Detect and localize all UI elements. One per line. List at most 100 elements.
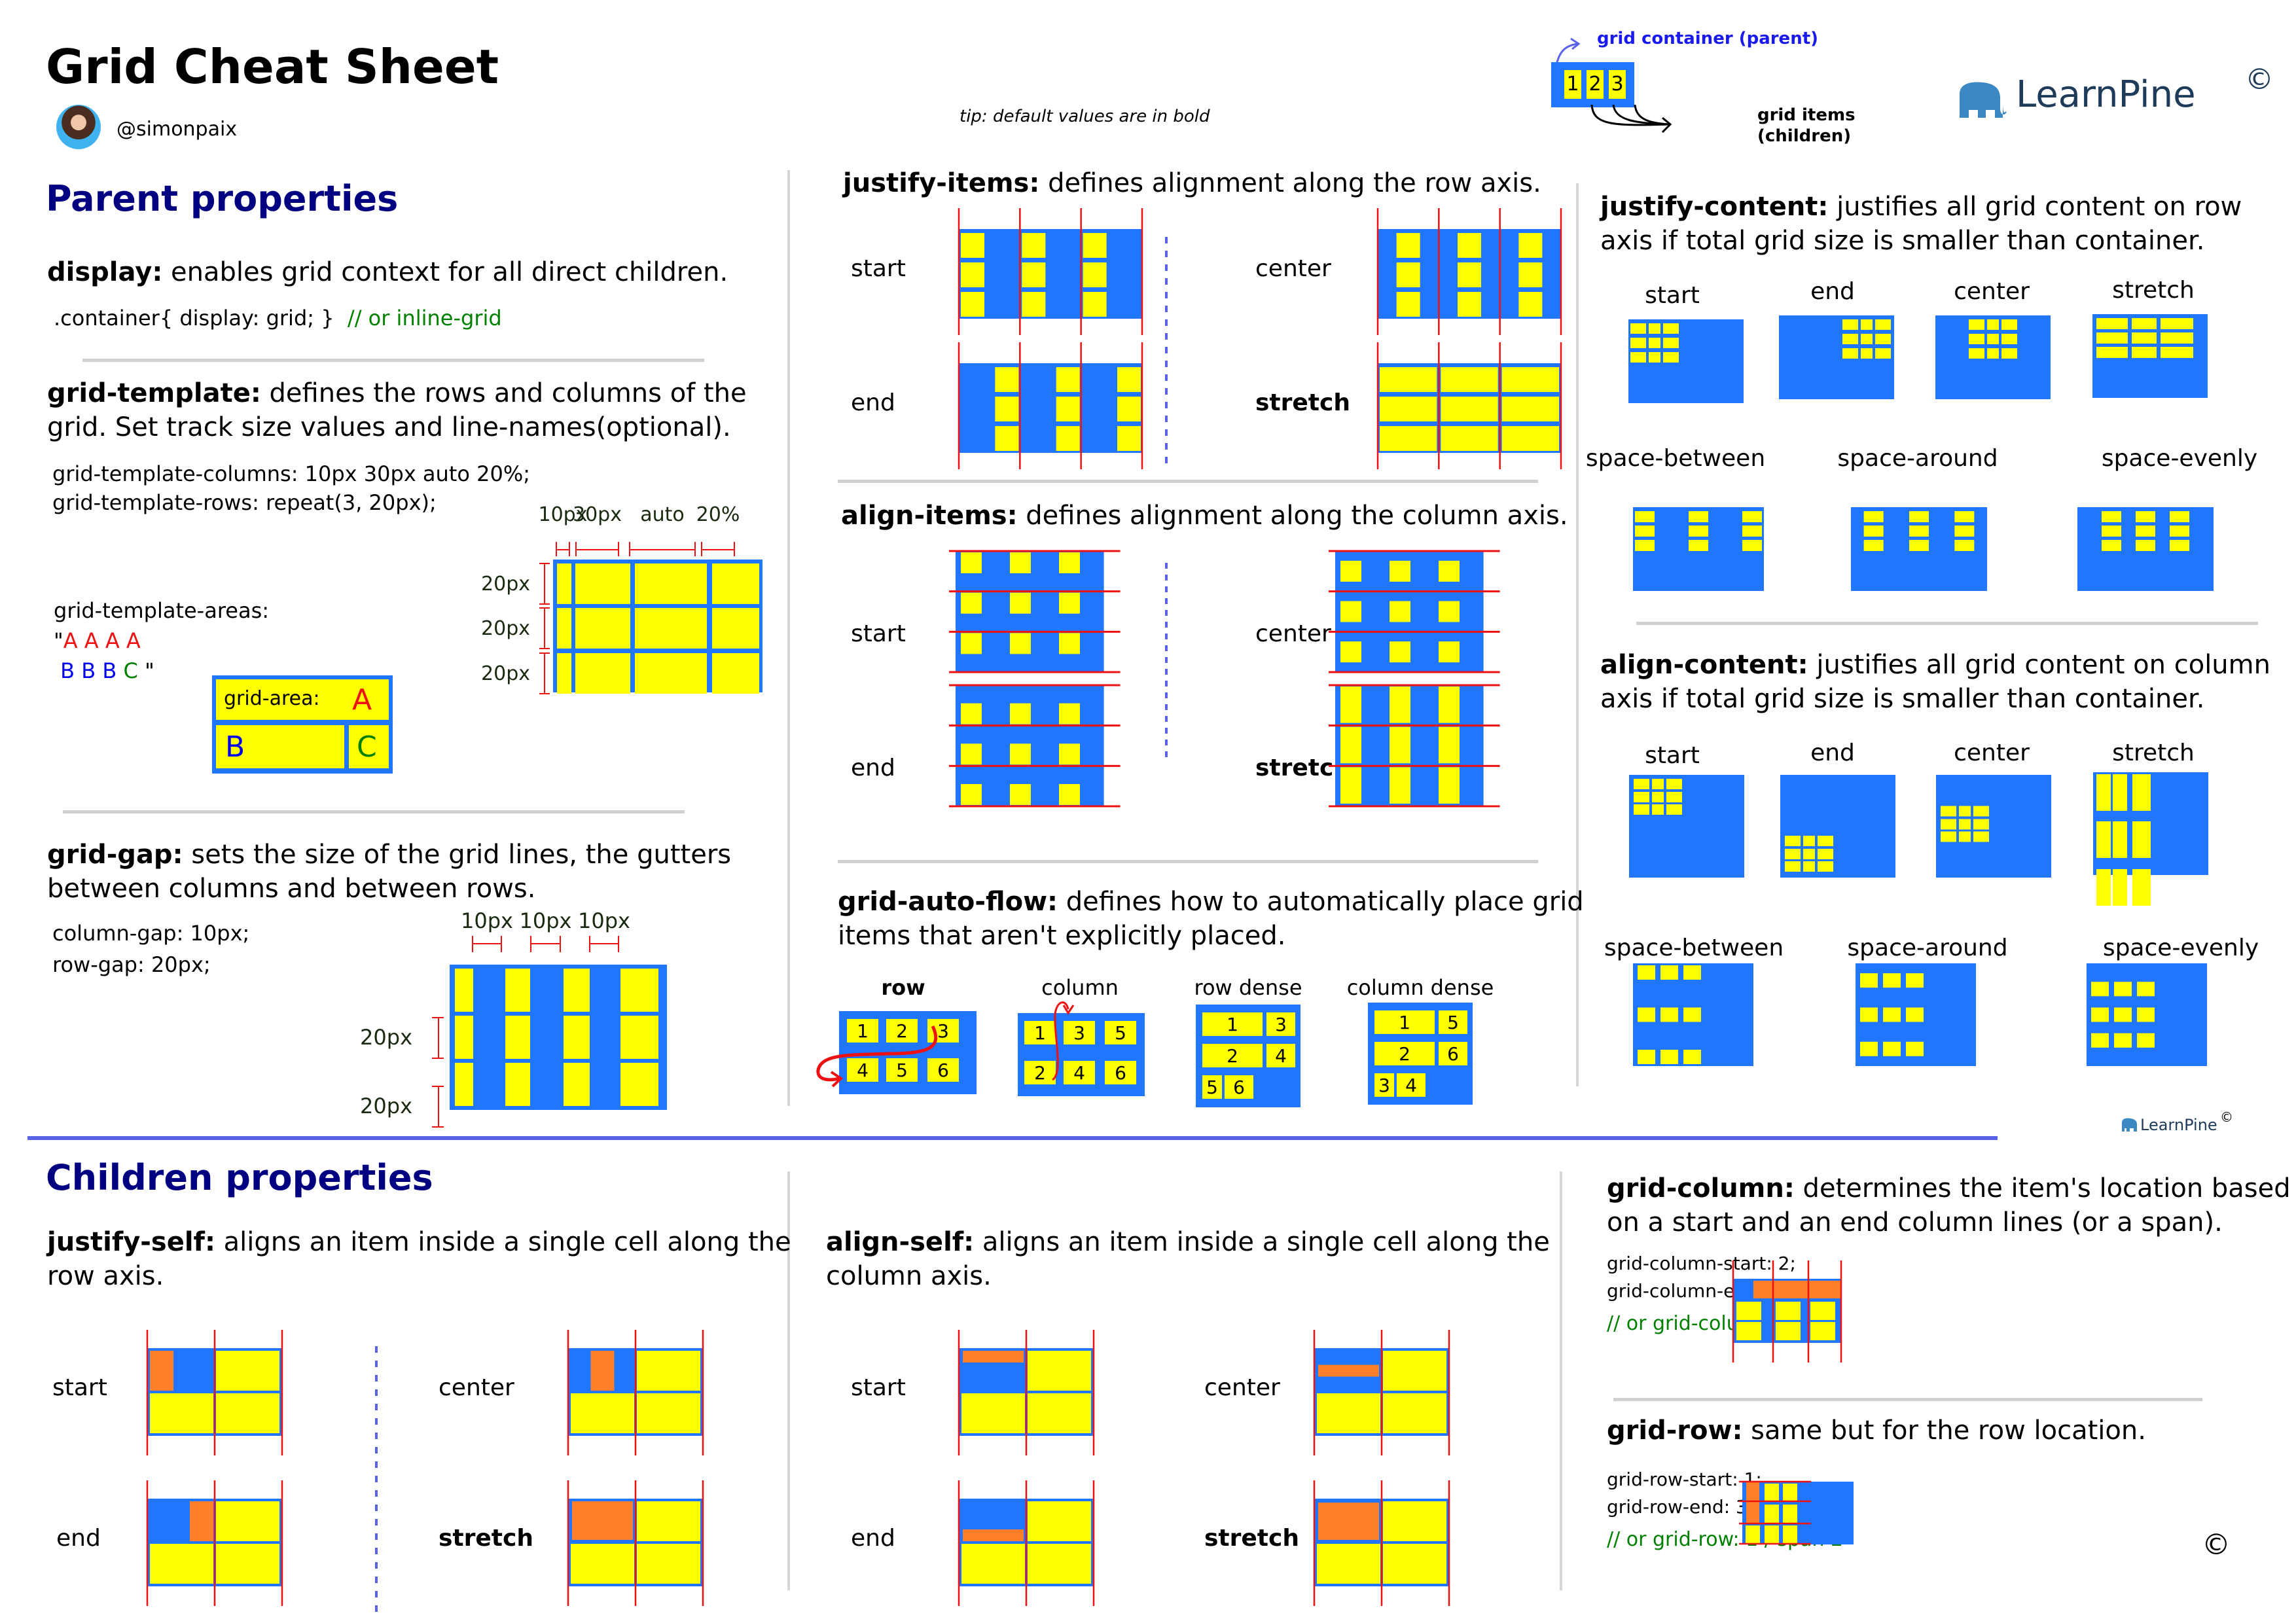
- grid-item: [2113, 869, 2127, 906]
- grid-item: [2001, 319, 2017, 330]
- dotted-separator: [1165, 292, 1168, 298]
- grid-item: [620, 969, 658, 1012]
- grid-item: [1458, 292, 1481, 317]
- option-label: row: [881, 975, 925, 1000]
- grid-item: [1941, 831, 1956, 842]
- grid-item: [712, 653, 759, 694]
- grid-item: [1842, 319, 1858, 330]
- dotted-separator: [1165, 388, 1168, 395]
- grid-gap-property: grid-gap: sets the size of the grid line…: [47, 838, 731, 906]
- property-name: grid-template:: [47, 378, 261, 408]
- grid-item: [2114, 982, 2132, 997]
- grid-item: [2137, 1033, 2155, 1048]
- grid-item: [2096, 318, 2128, 329]
- section-heading-parent: Parent properties: [46, 178, 399, 219]
- option-label: start: [851, 255, 906, 282]
- grid-item: [1649, 338, 1660, 348]
- grid-item: [1390, 687, 1410, 723]
- dotted-separator: [1165, 319, 1168, 326]
- grid-item-number: 1: [1399, 1012, 1410, 1033]
- area-b-letter: B: [225, 730, 245, 764]
- grid-item: [1059, 592, 1080, 614]
- property-desc: aligns an item inside a single cell alon…: [974, 1227, 1550, 1257]
- grid-item: [1660, 965, 1678, 980]
- dotted-separator: [1165, 429, 1168, 436]
- grid-item: [564, 969, 590, 1012]
- dotted-separator: [1165, 681, 1168, 687]
- grid-item: [1059, 633, 1080, 654]
- grid-item: [995, 426, 1019, 451]
- grid-item: [637, 1393, 700, 1433]
- grid-item: [505, 1063, 530, 1106]
- grid-item: [2132, 821, 2151, 858]
- flow-arrow-head-icon: [1062, 1005, 1075, 1015]
- area-a-letter: A: [352, 683, 372, 717]
- grid-item: [1638, 965, 1655, 980]
- grid-item: [216, 1501, 279, 1541]
- grid-item: [1652, 779, 1664, 789]
- column-size-label: 30px: [573, 503, 622, 526]
- grid-item: [1390, 641, 1410, 663]
- dotted-separator: [1165, 598, 1168, 604]
- property-desc: defines how to automatically place grid: [1058, 887, 1584, 917]
- grid-item: [1501, 397, 1559, 421]
- row-size-label: 20px: [481, 617, 530, 640]
- grid-item-number: 2: [896, 1020, 908, 1042]
- highlighted-item: [1318, 1503, 1379, 1540]
- grid-item: [2096, 774, 2111, 811]
- grid-item: [961, 592, 982, 614]
- spanned-item: [1746, 1482, 1759, 1524]
- grid-item: [635, 653, 707, 694]
- row-gap-label: 20px: [360, 1025, 412, 1050]
- grid-item: [995, 367, 1019, 392]
- grid-item: [635, 608, 707, 649]
- grid-item: [1666, 779, 1682, 789]
- grid-item: [1117, 426, 1141, 451]
- grid-item: [571, 1544, 634, 1584]
- code-line: column-gap: 10px;: [52, 921, 250, 946]
- grid-item: [1776, 1302, 1801, 1320]
- grid-item: [1439, 726, 1460, 764]
- grid-item: [1022, 292, 1046, 317]
- grid-container: [959, 229, 1142, 319]
- option-label: start: [851, 620, 906, 647]
- grid-item-number: 4: [1405, 1075, 1417, 1096]
- dotted-separator: [1165, 361, 1168, 367]
- grid-item: [1652, 804, 1664, 815]
- grid-item: [1969, 348, 1984, 359]
- dotted-separator: [375, 1375, 378, 1382]
- dotted-separator: [1165, 704, 1168, 710]
- grid-item: [1056, 367, 1080, 392]
- grid-item: [1340, 560, 1361, 582]
- grid-item: [1117, 367, 1141, 392]
- divider: [838, 480, 1538, 483]
- grid-item: [1634, 792, 1649, 802]
- grid-item-number: 3: [1073, 1022, 1085, 1044]
- property-name: align-content:: [1600, 650, 1808, 680]
- grid-item: [1022, 233, 1046, 258]
- dotted-separator: [1165, 347, 1168, 353]
- grid-item: [1785, 836, 1801, 846]
- grid-item: [1635, 511, 1655, 522]
- grid-item: [1683, 965, 1701, 980]
- option-label: row dense: [1194, 975, 1302, 1000]
- dotted-separator: [1165, 443, 1168, 450]
- spanned-item: [1753, 1281, 1840, 1298]
- grid-item: [1875, 319, 1891, 330]
- grid-item: [150, 1393, 213, 1433]
- grid-item: [1883, 1007, 1901, 1022]
- grid-item: [1458, 233, 1481, 258]
- dotted-separator: [1165, 657, 1168, 663]
- dotted-separator: [375, 1605, 378, 1612]
- grid-item: [1518, 233, 1543, 258]
- grid-item: [1742, 511, 1762, 522]
- grid-item: [2137, 1007, 2155, 1022]
- grid-item-number: 2: [1227, 1045, 1238, 1067]
- grid-item: [1439, 601, 1460, 622]
- grid-item: [1666, 792, 1682, 802]
- grid-item: [1010, 552, 1031, 573]
- legend-grid-item: 1: [1564, 70, 1581, 99]
- legend-grid-item: 2: [1587, 70, 1604, 99]
- option-label: center: [1255, 620, 1331, 647]
- area-letter: B: [60, 658, 82, 683]
